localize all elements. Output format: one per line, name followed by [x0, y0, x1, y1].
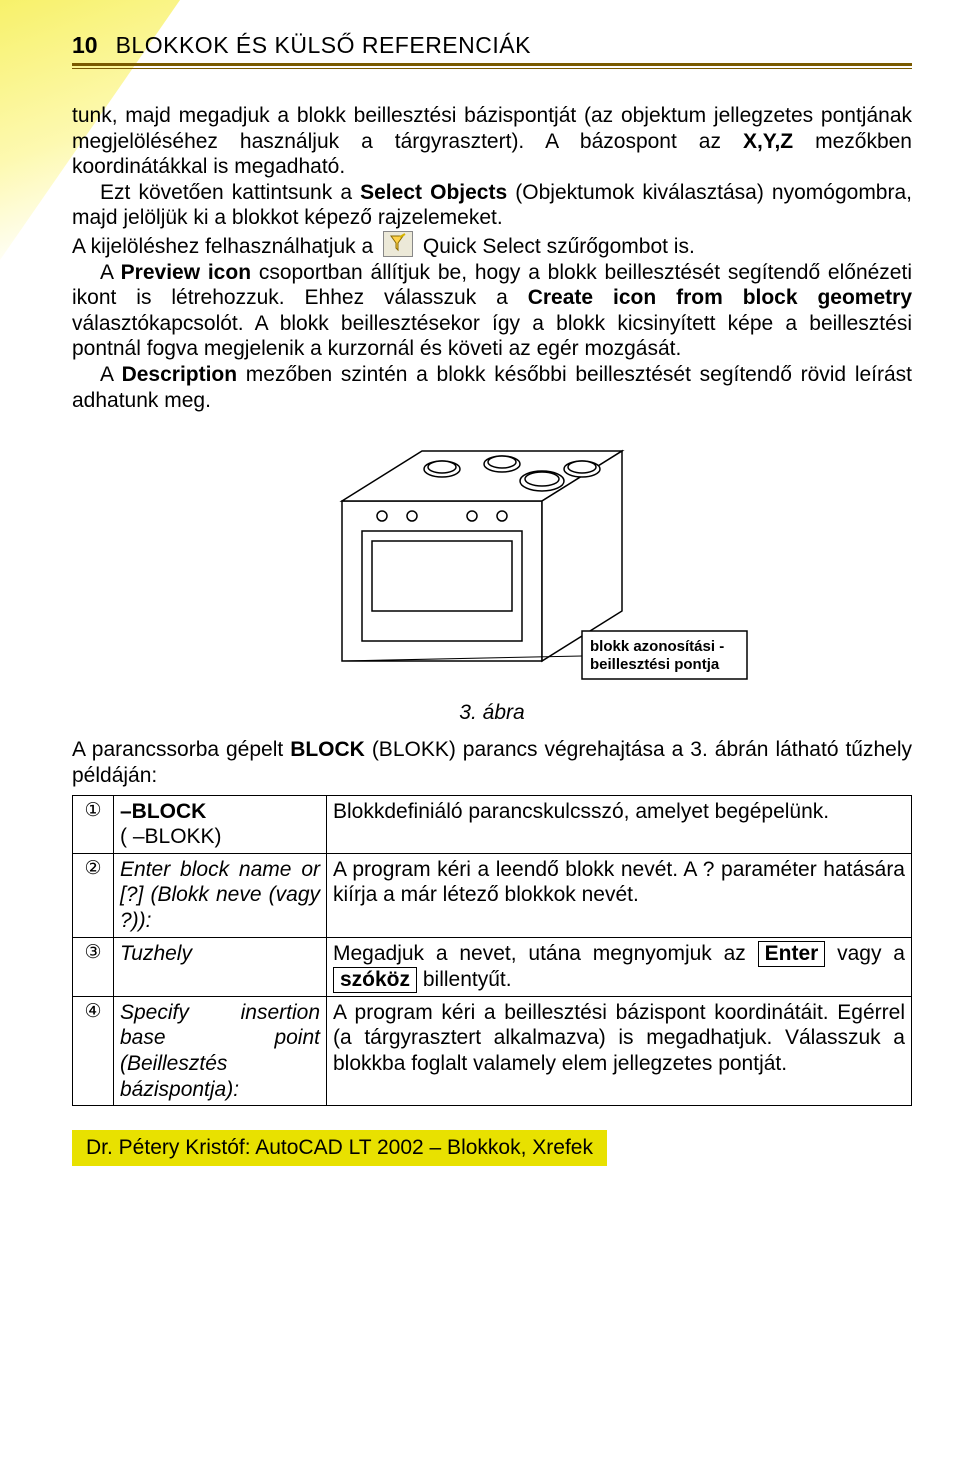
section-title: BLOKKOK ÉS KÜLSŐ REFERENCIÁK	[116, 32, 531, 59]
step-description: Megadjuk a nevet, utána megnyomjuk az En…	[327, 937, 912, 996]
step-input: Tuzhely	[114, 937, 327, 996]
page-number: 10	[72, 32, 98, 59]
step-number: ①	[73, 795, 114, 853]
stove-illustration: blokk azonosítási - beillesztési pontja	[232, 431, 752, 691]
table-row: ④ Specify insertion base point (Beillesz…	[73, 996, 912, 1105]
space-key: szóköz	[333, 967, 417, 993]
paragraph-2: Ezt követően kattintsunk a Select Object…	[72, 180, 912, 231]
paragraph-4: A Preview icon csoportban állítjuk be, h…	[72, 260, 912, 362]
step-description: A program kéri a beillesztési bázispont …	[327, 996, 912, 1105]
paragraph-5: A Description mezőben szintén a blokk ké…	[72, 362, 912, 413]
step-input: –BLOCK ( –BLOKK)	[114, 795, 327, 853]
step-description: Blokkdefiniáló parancskulcsszó, amelyet …	[327, 795, 912, 853]
paragraph-1: tunk, majd megadjuk a blokk beillesztési…	[72, 103, 912, 180]
step-description: A program kéri a leendő blokk nevét. A ?…	[327, 853, 912, 937]
step-input: Enter block name or [?] (Blokk neve (vag…	[114, 853, 327, 937]
quick-select-icon	[383, 231, 413, 257]
table-row: ③ Tuzhely Megadjuk a nevet, utána megnyo…	[73, 937, 912, 996]
table-row: ② Enter block name or [?] (Blokk neve (v…	[73, 853, 912, 937]
callout-line-1: blokk azonosítási -	[590, 638, 724, 655]
page-footer: Dr. Pétery Kristóf: AutoCAD LT 2002 – Bl…	[72, 1130, 607, 1166]
paragraph-3: A kijelöléshez felhasználhatjuk a Quick …	[72, 231, 912, 260]
step-number: ④	[73, 996, 114, 1105]
step-number: ③	[73, 937, 114, 996]
figure-caption: 3. ábra	[72, 701, 912, 725]
enter-key: Enter	[758, 941, 826, 967]
command-table: ① –BLOCK ( –BLOKK) Blokkdefiniáló paranc…	[72, 795, 912, 1107]
figure-3: blokk azonosítási - beillesztési pontja	[72, 431, 912, 691]
step-input: Specify insertion base point (Beilleszté…	[114, 996, 327, 1105]
step-number: ②	[73, 853, 114, 937]
table-row: ① –BLOCK ( –BLOKK) Blokkdefiniáló paranc…	[73, 795, 912, 853]
callout-line-2: beillesztési pontja	[590, 656, 720, 673]
after-figure-paragraph: A parancssorba gépelt BLOCK (BLOKK) para…	[72, 737, 912, 788]
header-rule	[72, 68, 912, 69]
page-header: 10 BLOKKOK ÉS KÜLSŐ REFERENCIÁK	[72, 32, 912, 66]
